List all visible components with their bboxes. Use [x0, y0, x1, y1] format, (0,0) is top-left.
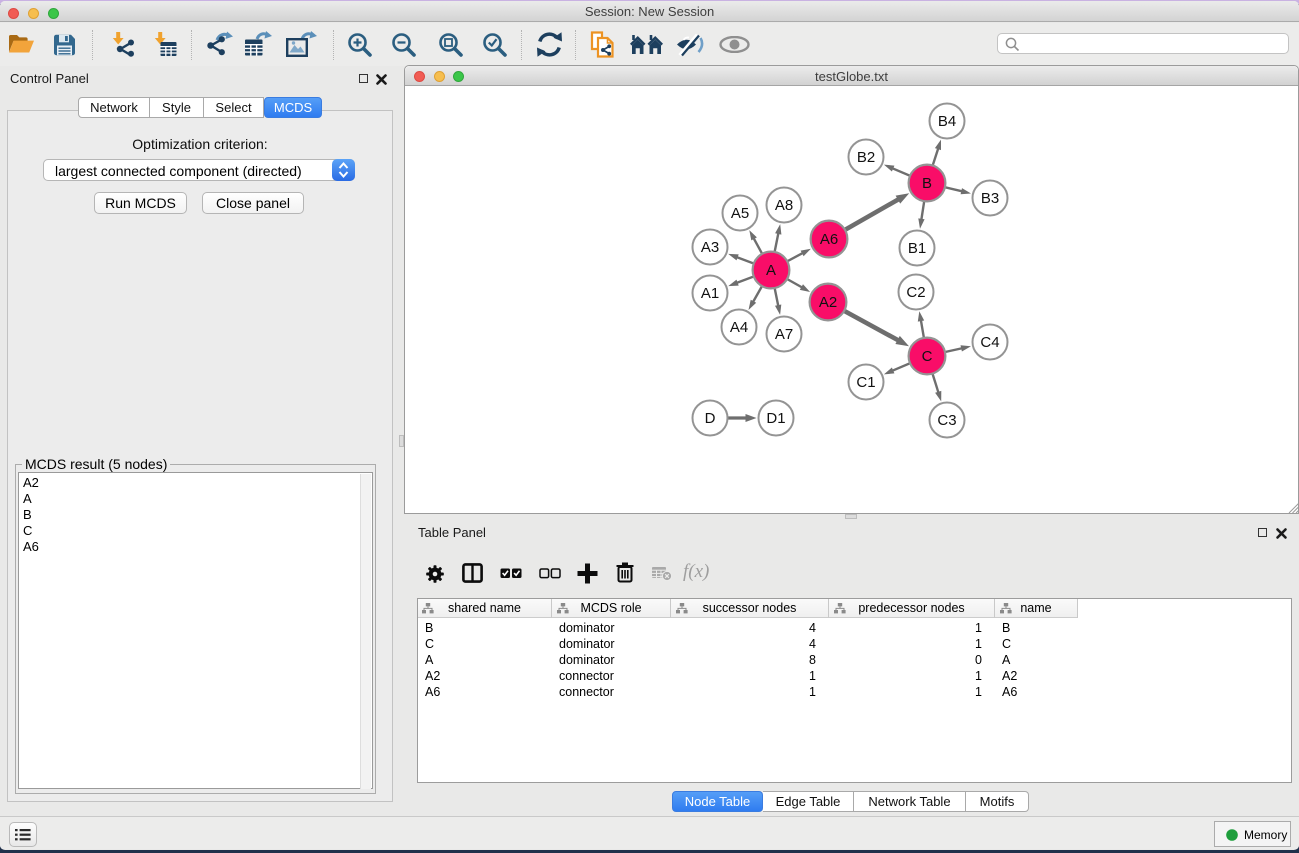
svg-text:A2: A2 — [819, 294, 837, 311]
svg-text:B1: B1 — [908, 240, 926, 257]
svg-text:C: C — [922, 348, 933, 365]
svg-text:A5: A5 — [731, 205, 749, 222]
svg-text:C1: C1 — [856, 374, 875, 391]
svg-text:A3: A3 — [701, 239, 719, 256]
svg-text:B3: B3 — [981, 190, 999, 207]
svg-text:C3: C3 — [937, 412, 956, 429]
svg-text:A: A — [766, 262, 776, 279]
svg-text:B2: B2 — [857, 149, 875, 166]
svg-text:B4: B4 — [938, 113, 956, 130]
svg-text:D: D — [705, 410, 716, 427]
svg-text:D1: D1 — [766, 410, 785, 427]
svg-text:A1: A1 — [701, 285, 719, 302]
svg-text:A7: A7 — [775, 326, 793, 343]
svg-text:B: B — [922, 175, 932, 192]
svg-text:A6: A6 — [820, 231, 838, 248]
svg-text:C4: C4 — [980, 334, 999, 351]
svg-text:A4: A4 — [730, 319, 748, 336]
svg-text:A8: A8 — [775, 197, 793, 214]
svg-text:C2: C2 — [906, 284, 925, 301]
